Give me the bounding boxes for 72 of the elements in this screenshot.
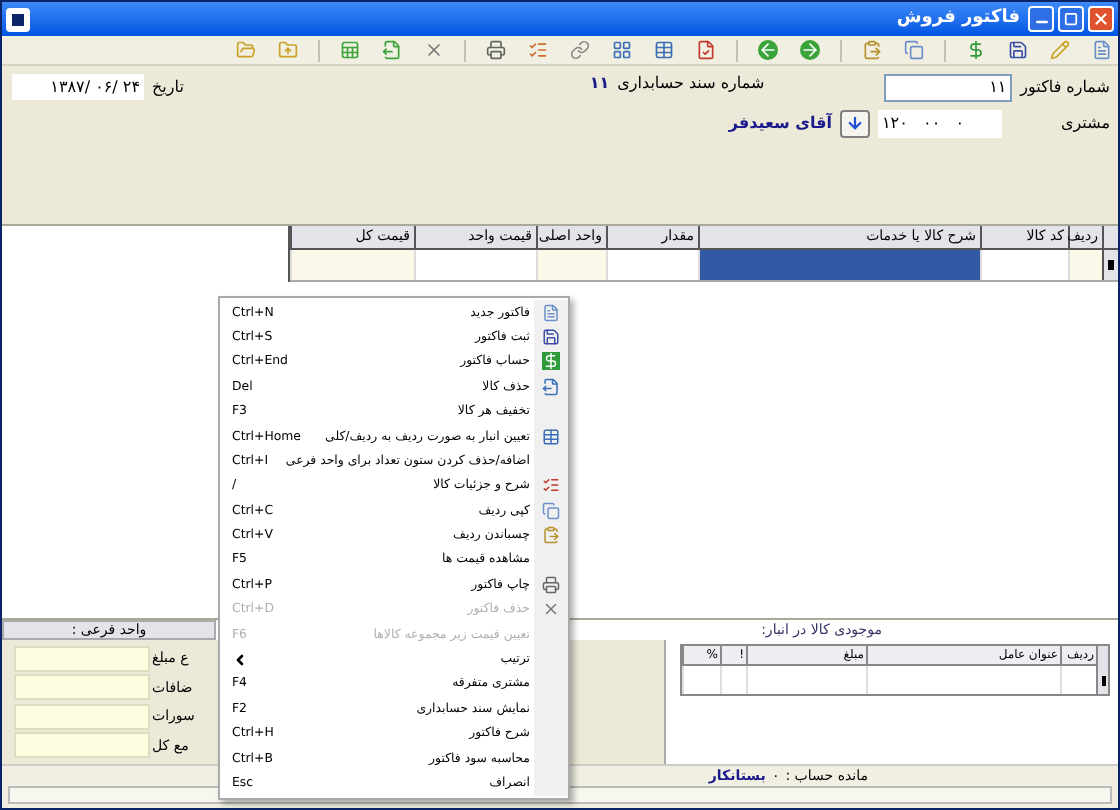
paste-icon [862,40,882,60]
app-icon [6,7,30,31]
customer-lookup-button[interactable] [840,109,870,137]
dollar-icon [542,352,560,371]
customer-code-field[interactable]: ۱۲۰ ۰۰ ۰ [878,109,1002,137]
grid-button[interactable] [610,38,634,62]
total-field[interactable] [14,732,150,759]
table-icon [542,427,560,446]
customer-name: آقای سعیدفر [728,111,832,135]
pencil-button[interactable] [1048,38,1072,62]
accounting-doc-number: ۱۱ [589,72,610,96]
down-arrow-icon [846,114,864,132]
close-button[interactable] [1088,6,1114,32]
total-field[interactable] [14,645,150,672]
folder-open-button[interactable] [234,38,258,62]
copy-icon [904,40,924,60]
document-icon [542,303,560,322]
paste-icon [542,526,560,545]
grid-icon [612,40,632,60]
date-field[interactable]: ۱۳۸۷/ ۰۶/ ۲۴ [12,74,144,100]
table-cell[interactable] [290,250,414,280]
table-cell[interactable] [698,250,980,280]
customer-label: مشتری [1058,111,1110,135]
accounting-doc-label: شماره سند حسابداری [617,72,765,96]
save-icon [542,328,560,347]
folder-open-icon [236,40,256,60]
copy-button[interactable] [902,38,926,62]
details-icon [542,476,560,495]
sheet-button[interactable] [338,38,362,62]
invoice-number-label: شماره فاکتور [1020,75,1110,99]
print-icon [542,575,560,594]
report-button[interactable] [694,38,718,62]
save-button[interactable] [1006,38,1030,62]
table-cell[interactable] [1068,250,1102,280]
table-icon [654,40,674,60]
invoice-number-field[interactable]: ۱۱ [884,73,1013,101]
link-button[interactable] [568,38,592,62]
report-icon [696,40,716,60]
checklist-icon [528,40,548,60]
close-icon [424,40,444,60]
dollar-icon [966,40,986,60]
sheet-icon [340,40,360,60]
link-icon [570,40,590,60]
close-icon [1092,10,1110,28]
folder-upload-button[interactable] [276,38,300,62]
table-cell[interactable] [536,250,606,280]
save-icon [1008,40,1028,60]
export-icon [382,40,402,60]
export-button[interactable] [380,38,404,62]
maximize-button[interactable] [1058,6,1084,32]
checklist-button[interactable] [526,38,550,62]
copy-icon [542,501,560,520]
pencil-icon [1050,40,1070,60]
dollar-button[interactable] [964,38,988,62]
current-row-icon [1108,260,1114,270]
date-label: تاریخ [152,75,184,99]
minimize-button[interactable] [1028,6,1054,32]
total-field[interactable] [14,674,150,701]
maximize-icon [1064,12,1078,26]
delete-icon [542,600,560,619]
window-title: فاکتور فروش [896,5,1020,32]
paste-button[interactable] [860,38,884,62]
folder-upload-icon [278,40,298,60]
print-icon [486,40,506,60]
table-button[interactable] [652,38,676,62]
total-field[interactable] [14,703,150,730]
previous-arrow-button[interactable] [756,38,780,62]
new-document-icon [1092,40,1112,60]
print-button[interactable] [484,38,508,62]
new-document-button[interactable] [1090,38,1114,62]
next-arrow-button[interactable] [798,38,822,62]
close-button[interactable] [422,38,446,62]
